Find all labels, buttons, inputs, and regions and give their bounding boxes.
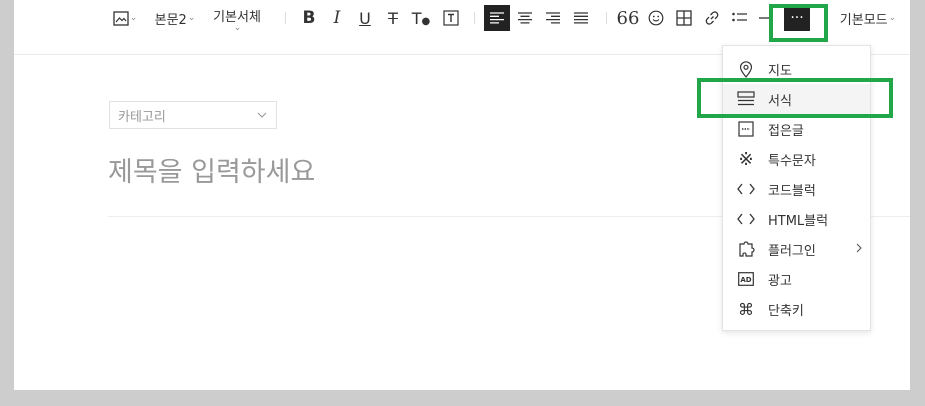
menu-item-label: 광고	[768, 273, 792, 289]
toolbar-divider	[285, 12, 286, 24]
italic-icon: I	[333, 8, 341, 28]
menu-item-code-block[interactable]: 코드블럭	[723, 174, 870, 204]
underline-icon: U	[359, 8, 371, 28]
align-justify-icon	[574, 12, 588, 24]
font-select[interactable]: 기본서체 ⌄	[208, 6, 266, 33]
ad-icon: AD	[737, 270, 755, 288]
menu-item-shortcuts[interactable]: ⌘ 단축키	[723, 294, 870, 324]
underline-button[interactable]: U	[354, 6, 376, 30]
align-justify-button[interactable]	[570, 6, 592, 30]
table-icon	[676, 10, 692, 26]
smile-icon	[648, 10, 664, 26]
template-item-highlight	[697, 78, 893, 118]
strikethrough-button[interactable]: T	[382, 6, 404, 30]
menu-item-fold-text[interactable]: 접은글	[723, 114, 870, 144]
menu-item-plugin[interactable]: 플러그인	[723, 234, 870, 264]
menu-item-label: 플러그인	[768, 243, 816, 259]
category-select[interactable]: 카테고리	[109, 101, 277, 129]
toolbar-divider	[606, 12, 607, 24]
font-label: 기본서체	[213, 9, 261, 25]
menu-item-ad[interactable]: AD 광고	[723, 264, 870, 294]
html-icon	[737, 210, 755, 228]
editor-mode-select[interactable]: 기본모드 ⌄	[836, 6, 900, 30]
chevron-down-icon	[257, 109, 267, 124]
align-left-icon	[490, 12, 504, 24]
image-icon	[113, 10, 129, 26]
menu-item-label: 접은글	[768, 123, 804, 139]
text-background-button[interactable]	[440, 6, 462, 30]
paragraph-style-select[interactable]: 본문2 ⌄	[152, 6, 198, 30]
menu-item-label: HTML블럭	[768, 213, 829, 229]
align-right-button[interactable]	[542, 6, 564, 30]
editor-mode-label: 기본모드	[839, 12, 888, 28]
bold-button[interactable]: B	[298, 6, 320, 30]
chevron-right-icon	[856, 242, 862, 257]
text-color-button[interactable]: T●	[410, 6, 432, 30]
menu-item-label: 지도	[768, 63, 792, 79]
special-char-icon: ※	[738, 148, 754, 170]
map-pin-icon	[737, 60, 755, 78]
align-left-button[interactable]	[484, 5, 510, 31]
command-icon: ⌘	[738, 299, 754, 319]
menu-item-label: 단축키	[768, 303, 804, 319]
list-button[interactable]	[729, 6, 751, 30]
italic-button[interactable]: I	[326, 6, 348, 30]
code-icon	[737, 180, 755, 198]
insert-image-button[interactable]: ⌄	[110, 6, 140, 30]
bold-icon: B	[302, 8, 316, 28]
quote-icon: 66	[616, 7, 640, 29]
link-button[interactable]	[701, 6, 723, 30]
menu-item-special-char[interactable]: ※ 특수문자	[723, 144, 870, 174]
align-right-icon	[546, 12, 560, 24]
link-icon	[704, 10, 720, 26]
menu-item-label: 코드블럭	[768, 183, 816, 199]
chevron-down-icon: ⌄	[187, 13, 196, 23]
text-background-icon	[443, 10, 459, 26]
menu-item-label: 특수문자	[768, 153, 816, 169]
menu-item-html-block[interactable]: HTML블럭	[723, 204, 870, 234]
align-center-button[interactable]	[514, 6, 536, 30]
list-icon	[732, 12, 748, 24]
chevron-down-icon: ⌄	[888, 13, 897, 23]
emoticon-button[interactable]	[645, 6, 667, 30]
chevron-down-icon: ⌄	[233, 22, 242, 33]
post-title-input[interactable]: 제목을 입력하세요	[108, 150, 315, 189]
align-center-icon	[518, 12, 532, 24]
table-button[interactable]	[673, 6, 695, 30]
more-button-highlight	[769, 4, 828, 42]
paragraph-style-label: 본문2	[154, 12, 187, 28]
text-color-icon: T●	[411, 8, 431, 28]
fold-text-icon	[737, 120, 755, 138]
category-label: 카테고리	[118, 109, 166, 125]
strikethrough-icon: T	[388, 8, 398, 28]
svg-text:AD: AD	[740, 276, 751, 284]
chevron-down-icon: ⌄	[129, 13, 138, 23]
toolbar-divider	[474, 12, 475, 24]
plugin-icon	[737, 240, 755, 258]
quote-button[interactable]: 66	[616, 6, 640, 30]
